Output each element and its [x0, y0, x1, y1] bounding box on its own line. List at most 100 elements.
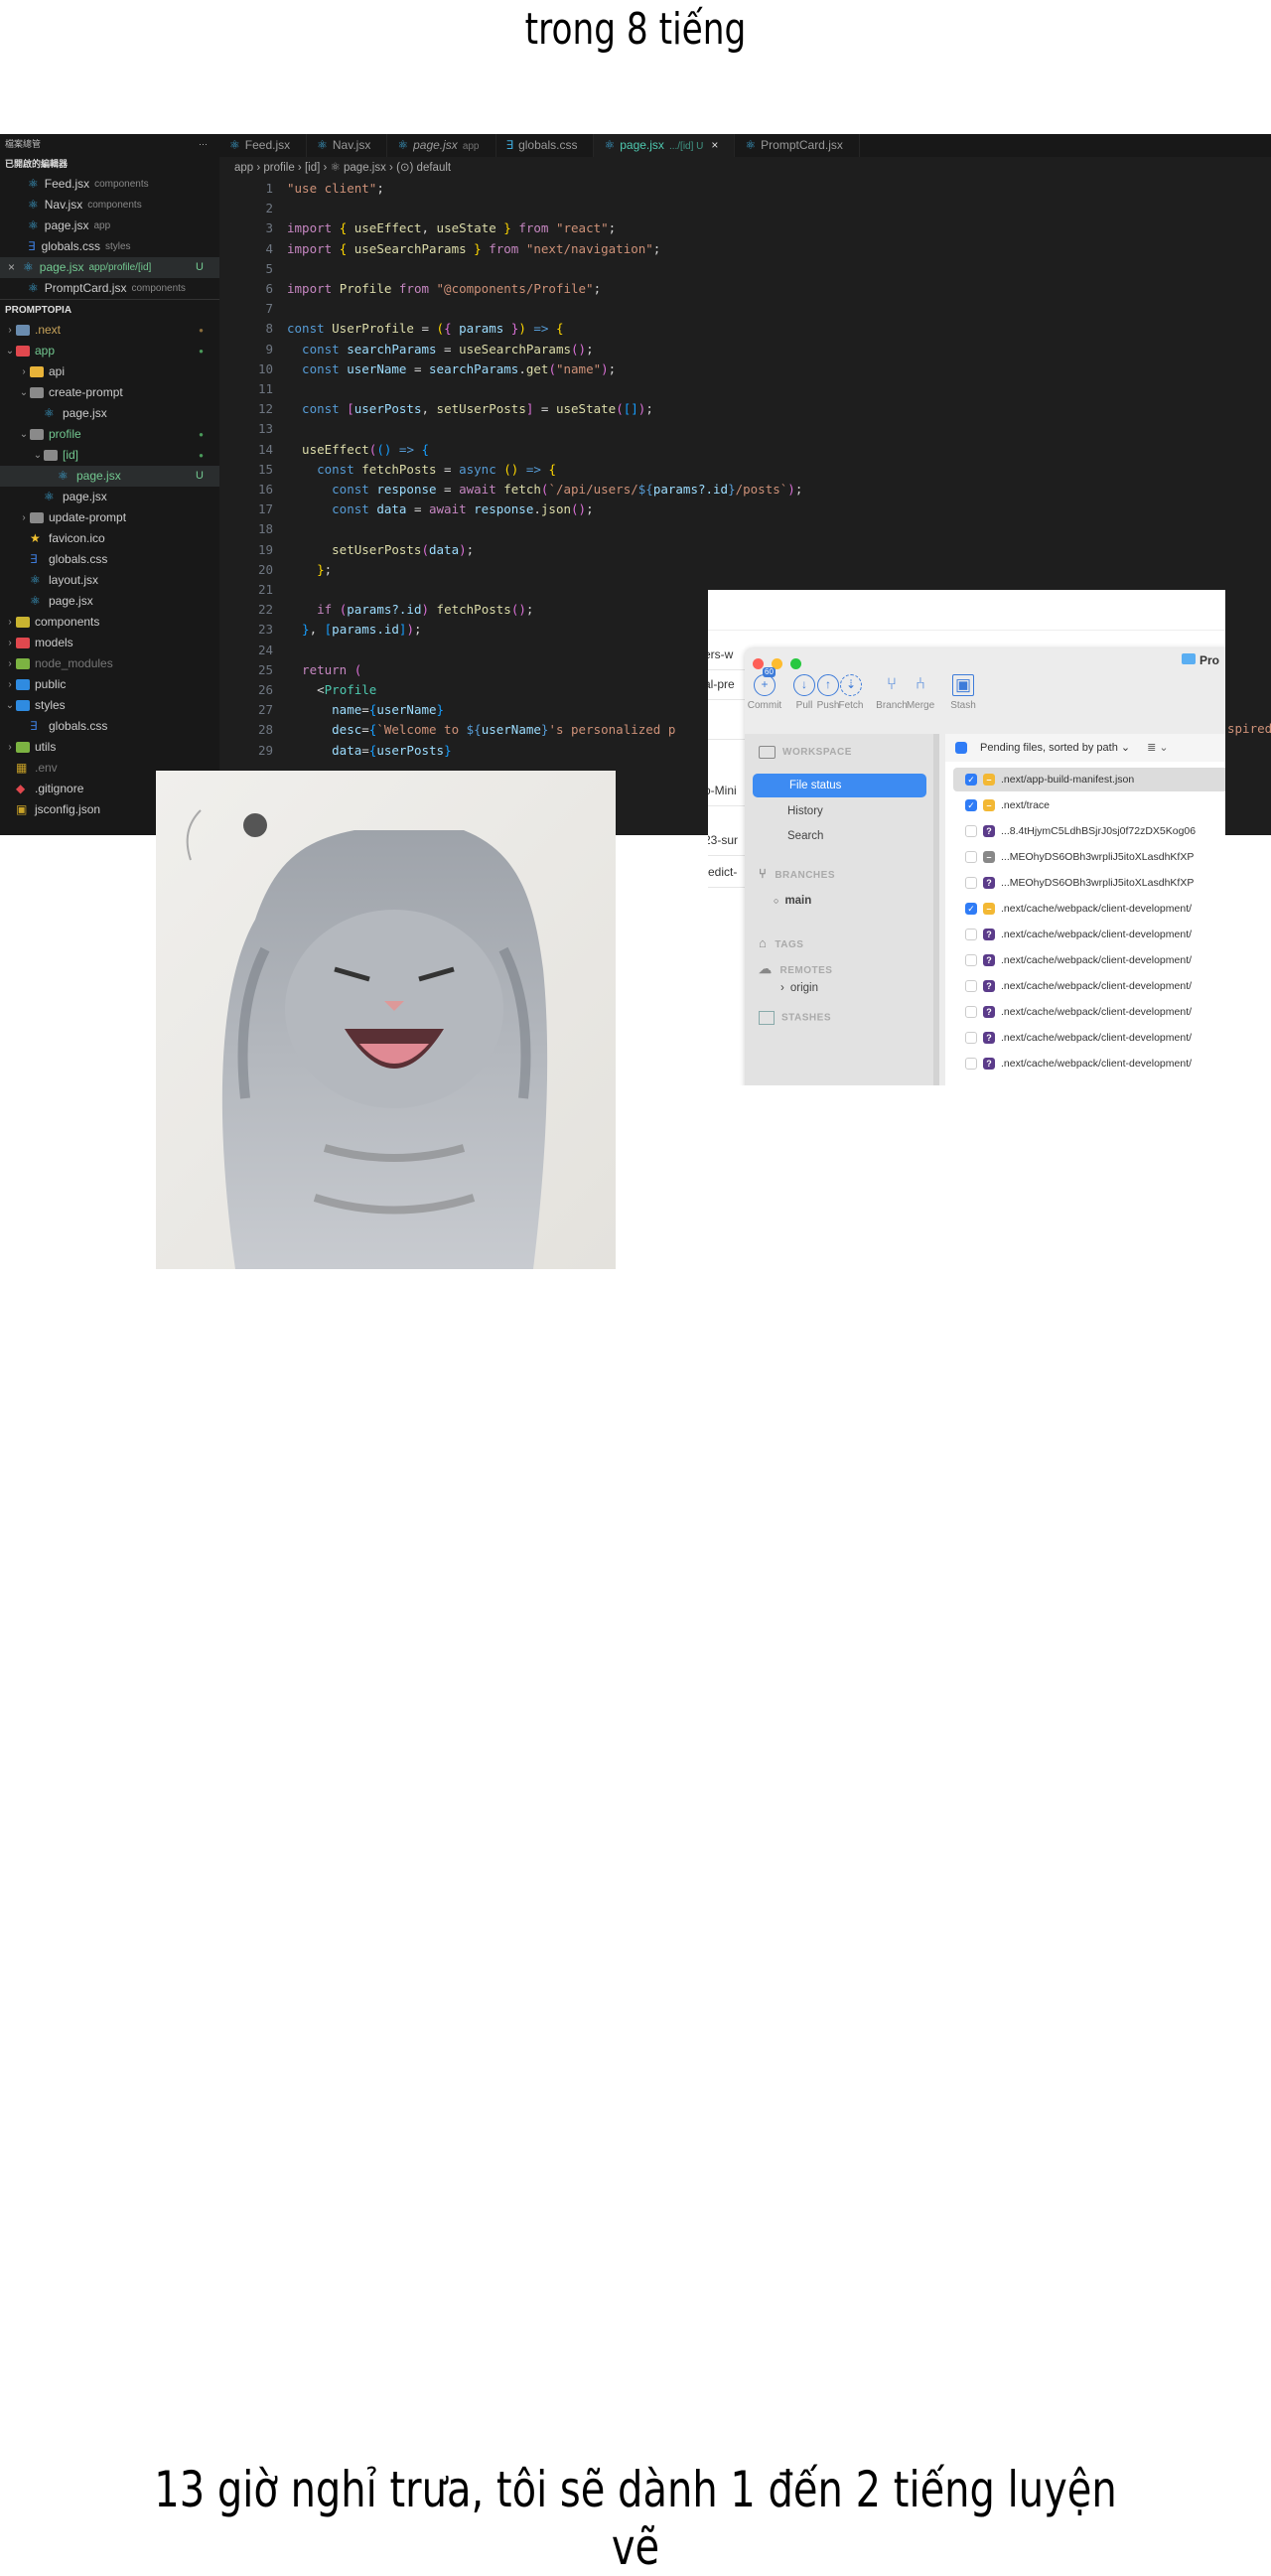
close-tab-icon[interactable]: × — [711, 138, 718, 152]
react-icon: ⚛ — [58, 469, 69, 483]
file-row[interactable]: ? .next/cache/webpack/client-development/ — [953, 1026, 1225, 1050]
file-checkbox[interactable] — [965, 1006, 977, 1018]
file-checkbox[interactable] — [965, 825, 977, 837]
select-all-checkbox[interactable] — [955, 742, 967, 754]
code-token: params?.id — [652, 482, 729, 498]
background-text-fragment: 23-sur — [708, 833, 739, 847]
file-folder: components — [131, 283, 186, 294]
tree-item[interactable]: ⌄ profile ● — [0, 424, 219, 445]
breadcrumb[interactable]: app › profile › [id] › ⚛ page.jsx › (⊙) … — [234, 160, 451, 174]
branches-header[interactable]: ⑂ BRANCHES — [759, 866, 835, 881]
tree-item[interactable]: › public — [0, 674, 219, 695]
tree-item[interactable]: ⌄ styles — [0, 695, 219, 716]
tree-item[interactable]: ∃ globals.css — [0, 549, 219, 570]
code-line: 4 import { useSearchParams } from "next/n… — [228, 239, 802, 259]
tab-promptcardjsx[interactable]: ⚛ PromptCard.jsx — [735, 134, 860, 157]
file-checkbox[interactable] — [965, 929, 977, 940]
fetch-button[interactable]: ⇣ Fetch — [831, 674, 871, 711]
remote-origin[interactable]: › origin — [780, 982, 818, 994]
file-row[interactable]: ? .next/cache/webpack/client-development/ — [953, 948, 1225, 972]
code-token: { — [555, 321, 564, 337]
tab-pagejsx[interactable]: ⚛ page.jsx .../[id] U × — [594, 134, 736, 157]
file-checkbox[interactable]: ✓ — [965, 903, 977, 915]
tree-item[interactable]: ⌄ [id] ● — [0, 445, 219, 466]
tree-item[interactable]: ⚛ page.jsx U — [0, 466, 219, 487]
code-token: ${ — [466, 722, 482, 738]
tree-item[interactable]: › components — [0, 612, 219, 633]
open-editor-item[interactable]: × ⚛ page.jsx app/profile/[id] U — [0, 257, 219, 278]
tree-item[interactable]: ⚛ page.jsx — [0, 487, 219, 507]
background-text-fragment: redict- — [708, 865, 738, 879]
project-title[interactable]: PROMPTOPIA — [0, 299, 219, 320]
file-checkbox[interactable]: ✓ — [965, 799, 977, 811]
code-line: 15 const fetchPosts = async () => { — [228, 460, 802, 480]
tree-item[interactable]: › .next ● — [0, 320, 219, 341]
file-row[interactable]: ? ...8.4tHjymC5LdhBSjrJ0sj0f72zDX5Kog06 — [953, 819, 1225, 843]
file-checkbox[interactable] — [965, 1032, 977, 1044]
close-window-button[interactable] — [753, 658, 764, 669]
tree-item[interactable]: ⌄ create-prompt — [0, 382, 219, 403]
file-checkbox[interactable] — [965, 954, 977, 966]
tree-item[interactable]: ★ favicon.ico — [0, 528, 219, 549]
code-token: () — [376, 441, 392, 457]
open-editor-item[interactable]: ∃ globals.css styles — [0, 236, 219, 257]
file-checkbox[interactable] — [965, 1058, 977, 1070]
tree-item[interactable]: ⌄ app ● — [0, 341, 219, 361]
merge-button[interactable]: ⑃ Merge — [901, 674, 940, 711]
remotes-header[interactable]: ☁ REMOTES — [759, 961, 832, 977]
tree-item[interactable]: › models — [0, 633, 219, 653]
tree-item[interactable]: › api — [0, 361, 219, 382]
tree-item[interactable]: ⚛ page.jsx — [0, 403, 219, 424]
commit-button[interactable]: +60 Commit — [745, 667, 784, 711]
code-line: 14 useEffect(() => { — [228, 440, 802, 460]
line-number: 3 — [265, 220, 273, 236]
open-editor-item[interactable]: ⚛ Feed.jsx components — [0, 174, 219, 195]
tab-feedjsx[interactable]: ⚛ Feed.jsx — [219, 134, 308, 157]
file-row[interactable]: ? .next/cache/webpack/client-development/ — [953, 1052, 1225, 1075]
sidebar-search[interactable]: Search — [787, 830, 823, 842]
tab-navjsx[interactable]: ⚛ Nav.jsx — [307, 134, 388, 157]
folder-icon — [30, 429, 44, 440]
tab-pagejsx[interactable]: ⚛ page.jsx app — [387, 134, 496, 157]
pending-files-header[interactable]: Pending files, sorted by path ⌄ ≣ ⌄ — [945, 734, 1225, 762]
tags-header[interactable]: ⌂ TAGS — [759, 935, 803, 950]
file-row[interactable]: ✓ – .next/cache/webpack/client-development… — [953, 897, 1225, 921]
file-row[interactable]: ? .next/cache/webpack/client-development/ — [953, 974, 1225, 998]
tree-item[interactable]: › utils — [0, 737, 219, 758]
stash-button[interactable]: ▣ Stash — [943, 674, 983, 711]
tree-item[interactable]: ⚛ page.jsx — [0, 591, 219, 612]
more-actions-button[interactable]: ··· — [199, 134, 208, 154]
code-token: { — [339, 240, 354, 256]
branch-main[interactable]: ○ main — [774, 895, 811, 907]
tree-item[interactable]: ∃ globals.css — [0, 716, 219, 737]
code-token: ; — [586, 501, 594, 517]
file-row[interactable]: ? .next/cache/webpack/client-development/ — [953, 1000, 1225, 1024]
react-icon: ⚛ — [397, 138, 409, 152]
open-editor-item[interactable]: ⚛ Nav.jsx components — [0, 195, 219, 215]
pending-files-sort[interactable]: Pending files, sorted by path ⌄ — [980, 742, 1130, 754]
file-checkbox[interactable] — [965, 851, 977, 863]
file-row[interactable]: ? ...MEOhyDS6OBh3wrpliJ5itoXLasdhKfXP — [953, 871, 1225, 895]
tree-item[interactable]: ⚛ layout.jsx — [0, 570, 219, 591]
file-checkbox[interactable] — [965, 877, 977, 889]
open-editor-item[interactable]: ⚛ PromptCard.jsx components — [0, 278, 219, 299]
tree-item[interactable]: › update-prompt — [0, 507, 219, 528]
code-token: name — [287, 702, 362, 718]
file-checkbox[interactable]: ✓ — [965, 774, 977, 786]
file-row[interactable]: ✓ – .next/app-build-manifest.json — [953, 768, 1225, 791]
file-checkbox[interactable] — [965, 980, 977, 992]
open-editor-item[interactable]: ⚛ page.jsx app — [0, 215, 219, 236]
sidebar-file-status[interactable]: File status — [753, 774, 926, 797]
file-row[interactable]: ✓ – .next/trace — [953, 793, 1225, 817]
sidebar-history[interactable]: History — [787, 805, 823, 817]
view-options-button[interactable]: ≣ ⌄ — [1147, 742, 1169, 754]
tab-globalscss[interactable]: ∃ globals.css — [496, 134, 595, 157]
stash-icon: ▣ — [952, 674, 974, 696]
file-row[interactable]: ? .next/cache/webpack/client-development/ — [953, 923, 1225, 946]
close-icon[interactable]: × — [8, 257, 15, 278]
zoom-window-button[interactable] — [790, 658, 801, 669]
code-token: useEffect — [287, 441, 369, 457]
tree-item[interactable]: › node_modules — [0, 653, 219, 674]
stashes-header[interactable]: STASHES — [759, 1011, 831, 1025]
file-row[interactable]: – ...MEOhyDS6OBh3wrpliJ5itoXLasdhKfXP — [953, 845, 1225, 869]
